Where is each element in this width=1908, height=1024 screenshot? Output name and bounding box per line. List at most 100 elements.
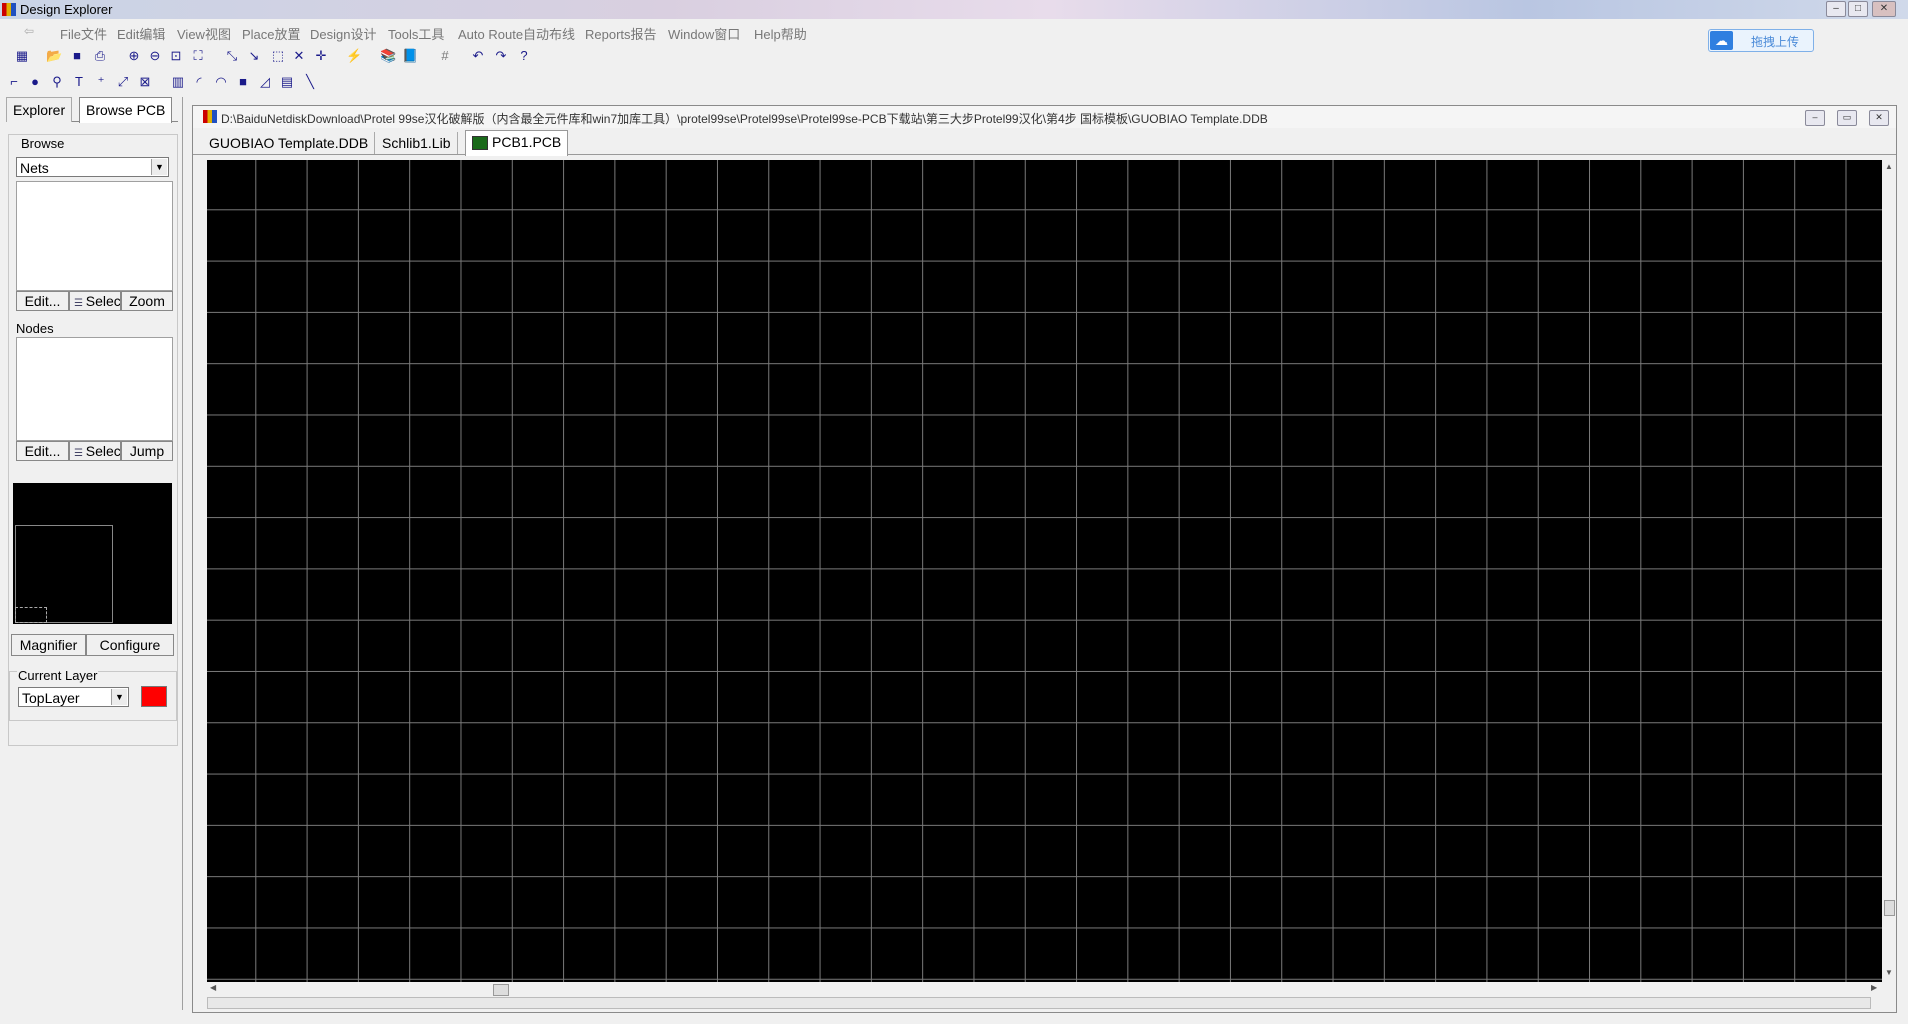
menu-window[interactable]: Window窗口 [668, 24, 740, 43]
ddb-icon [203, 110, 217, 123]
redo-icon[interactable]: ↷ [493, 48, 509, 64]
pcb-icon [472, 136, 488, 150]
help-icon[interactable]: ? [516, 48, 532, 64]
status-scrollbar[interactable] [207, 997, 1871, 1009]
scroll-left-icon[interactable]: ◀ [210, 983, 216, 992]
nets-select-button[interactable]: ☰ Selec [69, 291, 121, 311]
zoom-out-icon[interactable]: ⊖ [147, 48, 163, 64]
fill-icon[interactable]: ■ [235, 74, 251, 90]
design-manager-icon[interactable]: ▦ [14, 48, 30, 64]
close-button[interactable]: ✕ [1872, 1, 1896, 17]
horizontal-scroll-thumb[interactable] [493, 984, 509, 996]
system-menu-icon[interactable]: ⇦ [24, 24, 34, 38]
string-icon[interactable]: T [71, 74, 87, 90]
chevron-down-icon: ▼ [111, 689, 127, 705]
nodes-select-label: Selec [85, 443, 121, 459]
current-layer-select[interactable]: TopLayer ▼ [18, 687, 129, 707]
browse-type-select[interactable]: Nets ▼ [16, 157, 169, 177]
tab-browse-pcb[interactable]: Browse PCB [79, 97, 173, 123]
window-title: Design Explorer [20, 2, 113, 17]
nets-zoom-button[interactable]: Zoom [121, 291, 173, 311]
title-bar: Design Explorer – □ ✕ [0, 0, 1908, 19]
horizontal-scrollbar[interactable]: ◀ ▶ [207, 982, 1882, 997]
undo-icon[interactable]: ↶ [470, 48, 486, 64]
nodes-select-button[interactable]: ☰ Selec [69, 441, 121, 461]
wand-icon[interactable]: ⚡ [346, 48, 362, 64]
nodes-label: Nodes [16, 321, 54, 336]
baidu-upload-label: 拖拽上传 [1751, 35, 1800, 49]
menu-bar: ⇦ File文件 Edit编辑 View视图 Place放置 Design设计 … [0, 19, 1908, 43]
route-icon[interactable]: ↘ [246, 48, 262, 64]
via-icon[interactable]: ⚲ [49, 74, 65, 90]
document-title-bar: D:\BaiduNetdiskDownload\Protel 99se汉化破解版… [193, 106, 1896, 128]
grid-icon[interactable]: # [437, 48, 453, 64]
nets-list[interactable] [16, 181, 173, 291]
nodes-edit-button[interactable]: Edit... [16, 441, 69, 461]
component-icon[interactable]: ▥ [170, 74, 186, 90]
menu-auto-route[interactable]: Auto Route自动布线 [458, 24, 575, 43]
pcb-canvas[interactable] [207, 160, 1882, 982]
open-folder-icon[interactable]: 📂 [46, 48, 62, 64]
minimize-button[interactable]: – [1826, 1, 1846, 17]
magnifier-button[interactable]: Magnifier [11, 634, 86, 656]
vertical-scrollbar[interactable]: ▲ ▼ [1882, 160, 1896, 982]
menu-design[interactable]: Design设计 [310, 24, 376, 43]
move-icon[interactable]: ✛ [313, 48, 329, 64]
document-path: D:\BaiduNetdiskDownload\Protel 99se汉化破解版… [221, 112, 1268, 126]
deselect-icon[interactable]: ✕ [291, 48, 307, 64]
nets-edit-button[interactable]: Edit... [16, 291, 69, 311]
doc-minimize-button[interactable]: – [1805, 110, 1825, 126]
doc-close-button[interactable]: ✕ [1869, 110, 1889, 126]
menu-help[interactable]: Help帮助 [754, 24, 807, 43]
menu-edit[interactable]: Edit编辑 [117, 24, 165, 43]
maximize-button[interactable]: □ [1848, 1, 1868, 17]
baidu-upload-button[interactable]: ☁ 拖拽上传 [1708, 29, 1814, 52]
origin-icon[interactable]: ⊠ [137, 74, 153, 90]
nets-select-label: Selec [85, 293, 121, 309]
menu-file[interactable]: File文件 [60, 24, 107, 43]
configure-button[interactable]: Configure [86, 634, 174, 656]
nodes-jump-button[interactable]: Jump [121, 441, 173, 461]
arc-edge-icon[interactable]: ◠ [213, 74, 229, 90]
cross-probe-icon[interactable]: ⤡ [224, 48, 240, 64]
current-layer-label: Current Layer [17, 668, 99, 683]
menu-view[interactable]: View视图 [177, 24, 231, 43]
scroll-down-icon[interactable]: ▼ [1885, 968, 1893, 977]
select-area-icon[interactable]: ⬚ [270, 48, 286, 64]
menu-place[interactable]: Place放置 [242, 24, 301, 43]
pad-icon[interactable]: ● [27, 74, 43, 90]
doc-restore-button[interactable]: ▭ [1837, 110, 1857, 126]
browse-library-icon[interactable]: 📘 [402, 48, 418, 64]
zoom-area-icon[interactable]: ⛶ [190, 48, 206, 64]
menu-reports[interactable]: Reports报告 [585, 24, 657, 43]
print-icon[interactable]: ⎙ [92, 48, 108, 64]
polygon-icon[interactable]: ◿ [257, 74, 273, 90]
line-icon[interactable]: ╲ [302, 74, 318, 90]
zoom-in-icon[interactable]: ⊕ [126, 48, 142, 64]
scroll-right-icon[interactable]: ▶ [1871, 983, 1877, 992]
tab-explorer[interactable]: Explorer [6, 97, 73, 122]
split-plane-icon[interactable]: ▤ [279, 74, 295, 90]
library-icon[interactable]: 📚 [380, 48, 396, 64]
save-icon[interactable]: ■ [69, 48, 85, 64]
interactive-route-icon[interactable]: ⌐ [6, 74, 22, 90]
doc-tab-pcb[interactable]: PCB1.PCB [465, 130, 569, 156]
app-icon [2, 3, 16, 16]
arc-center-icon[interactable]: ◜ [191, 74, 207, 90]
main-toolbar: ▦ 📂 ■ ⎙ ⊕ ⊖ ⊡ ⛶ ⤡ ↘ ⬚ ✕ ✛ ⚡ 📚 📘 # ↶ ↷ ? [0, 43, 1908, 69]
doc-tab-ddb[interactable]: GUOBIAO Template.DDB [203, 132, 376, 154]
coordinate-icon[interactable]: ⁺ [93, 74, 109, 90]
scroll-up-icon[interactable]: ▲ [1885, 162, 1893, 171]
browse-type-value: Nets [20, 160, 49, 176]
nodes-list[interactable] [16, 337, 173, 441]
chevron-down-icon: ▼ [151, 159, 167, 175]
layer-color-swatch[interactable] [141, 686, 167, 707]
vertical-scroll-thumb[interactable] [1884, 900, 1895, 916]
board-minimap[interactable] [13, 483, 172, 624]
viewport-indicator[interactable] [15, 607, 47, 623]
doc-tab-schlib[interactable]: Schlib1.Lib [376, 132, 458, 154]
menu-tools[interactable]: Tools工具 [388, 24, 444, 43]
zoom-fit-icon[interactable]: ⊡ [168, 48, 184, 64]
doc-tab-pcb-label: PCB1.PCB [492, 134, 562, 150]
dimension-icon[interactable]: ⤢ [115, 74, 131, 90]
